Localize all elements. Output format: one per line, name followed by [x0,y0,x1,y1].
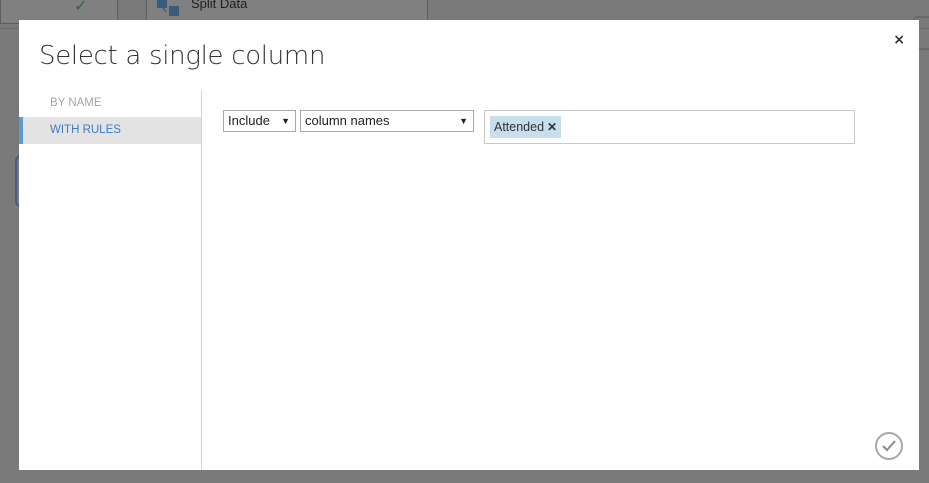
remove-tag-icon[interactable]: ✕ [547,116,557,138]
check-icon: ✓ [74,0,88,15]
check-icon [882,440,896,452]
include-select[interactable]: Include ▼ [223,110,296,132]
dropdown-arrow-icon: ▼ [459,116,468,126]
ok-button[interactable] [875,432,903,460]
close-button[interactable]: × [893,32,905,48]
dropdown-arrow-icon: ▼ [281,116,290,126]
include-select-value: Include [228,113,270,128]
background-split-module [146,0,428,22]
background-module-label: Split Data [191,0,248,11]
dialog-title: Select a single column [39,41,326,71]
column-tag-label: Attended [494,120,545,134]
column-type-select-value: column names [305,113,390,128]
column-tag: Attended ✕ [490,116,562,138]
table-icon [157,0,181,16]
nav-item-by-name[interactable]: BY NAME [19,90,201,117]
column-type-select[interactable]: column names ▼ [300,110,474,132]
column-tag-input[interactable]: Attended ✕ [484,110,855,144]
nav-item-with-rules[interactable]: WITH RULES [19,117,201,144]
side-nav: BY NAME WITH RULES [19,90,202,470]
select-column-dialog: Select a single column × BY NAME WITH RU… [19,20,919,470]
